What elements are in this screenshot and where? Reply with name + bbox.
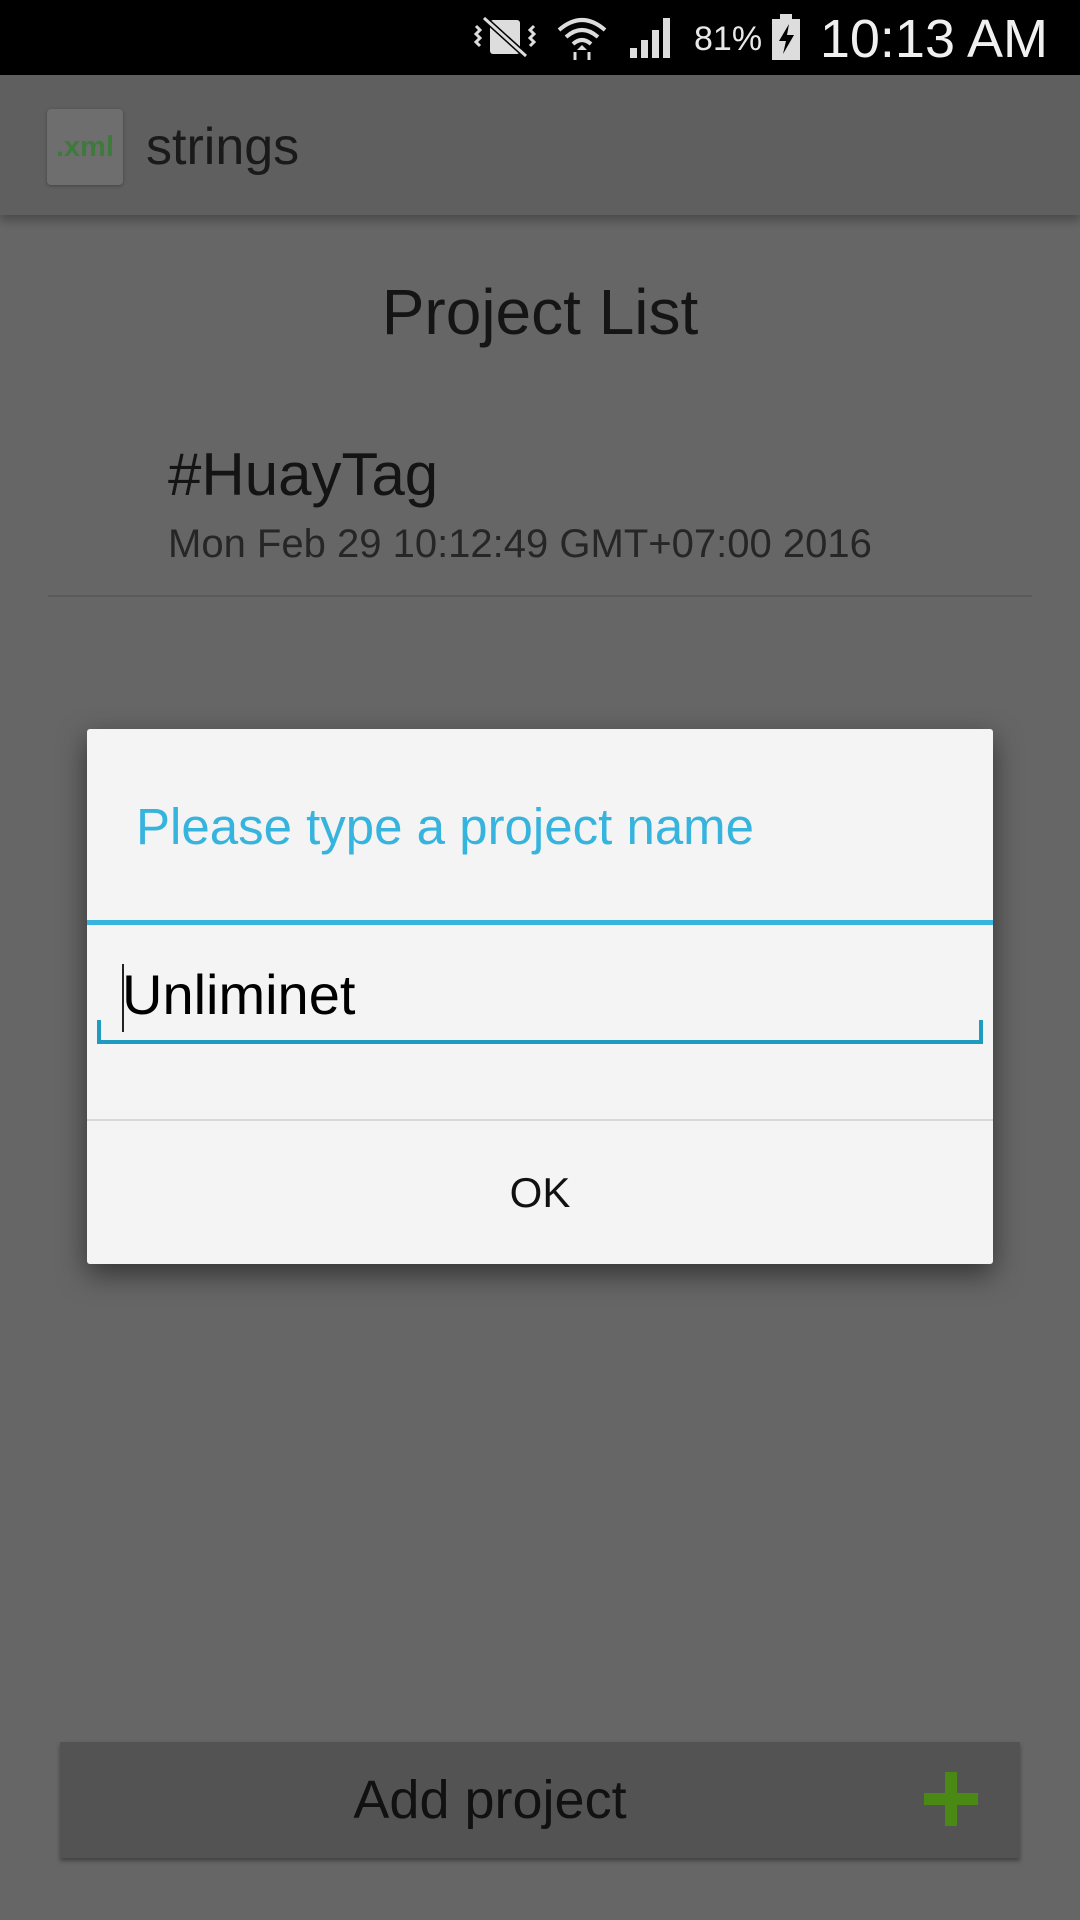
battery-charging-icon	[772, 14, 800, 60]
battery-percent: 81%	[694, 20, 763, 58]
ok-button[interactable]: OK	[87, 1121, 993, 1264]
project-date: Mon Feb 29 10:12:49 GMT+07:00 2016	[168, 522, 872, 566]
dialog-title: Please type a project name	[136, 798, 755, 855]
add-project-label: Add project	[353, 1770, 627, 1830]
project-name: #HuayTag	[168, 441, 439, 508]
app-logo: .xml	[47, 109, 123, 185]
input-underline-left	[97, 1020, 101, 1044]
wifi-icon	[557, 18, 607, 60]
plus-icon	[924, 1772, 978, 1826]
page-title: Project List	[381, 276, 699, 348]
app-title: strings	[146, 118, 300, 176]
app-bar: .xml strings	[0, 75, 1080, 215]
input-underline-right	[979, 1020, 983, 1044]
status-time: 10:13 AM	[819, 9, 1048, 69]
list-item[interactable]: #HuayTag Mon Feb 29 10:12:49 GMT+07:00 2…	[48, 430, 1032, 597]
vibrate-mute-icon	[473, 15, 537, 59]
status-bar: 81% 10:13 AM	[0, 0, 1080, 75]
text-cursor	[122, 964, 124, 1032]
project-name-dialog: Please type a project name OK	[87, 729, 993, 1264]
add-project-button[interactable]: Add project	[60, 1742, 1020, 1858]
project-name-input[interactable]	[97, 949, 983, 1044]
dialog-title-divider	[87, 920, 993, 925]
signal-icon	[630, 18, 670, 58]
